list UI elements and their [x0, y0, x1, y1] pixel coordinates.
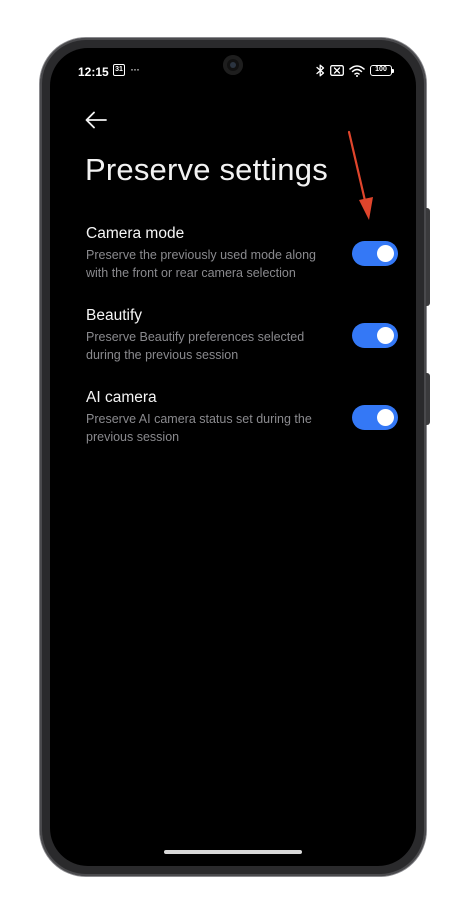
page-title: Preserve settings: [85, 152, 328, 187]
calendar-icon: 31: [113, 64, 125, 76]
setting-title: AI camera: [86, 389, 157, 406]
volume-button: [426, 208, 430, 306]
beautify-toggle[interactable]: [352, 323, 398, 348]
power-button: [426, 373, 430, 425]
annotation-arrow-icon: [347, 130, 373, 220]
phone-frame: 12:15 31 ··· 100 Preserve settings Camer…: [40, 38, 430, 876]
toggle-knob: [377, 409, 394, 426]
toggle-knob: [377, 245, 394, 262]
battery-icon: 100: [370, 65, 394, 76]
back-button[interactable]: [84, 110, 108, 130]
more-notifications-icon: ···: [130, 62, 140, 76]
setting-ai-camera: AI camera Preserve AI camera status set …: [50, 389, 416, 453]
wifi-icon: [349, 64, 365, 77]
screen: 12:15 31 ··· 100 Preserve settings Camer…: [50, 48, 416, 866]
setting-title: Camera mode: [86, 225, 185, 242]
setting-description: Preserve the previously used mode along …: [86, 248, 316, 280]
toggle-knob: [377, 327, 394, 344]
back-arrow-icon: [85, 111, 107, 129]
setting-camera-mode: Camera mode Preserve the previously used…: [50, 225, 416, 289]
bluetooth-icon: [316, 64, 325, 77]
setting-description: Preserve Beautify preferences selected d…: [86, 330, 305, 362]
home-indicator[interactable]: [164, 850, 302, 854]
status-bar: 12:15 31 ··· 100: [50, 48, 416, 82]
setting-title: Beautify: [86, 307, 143, 324]
status-icons: 100: [316, 64, 394, 77]
camera-mode-toggle[interactable]: [352, 241, 398, 266]
no-sim-icon: [330, 65, 344, 76]
setting-description: Preserve AI camera status set during the…: [86, 412, 312, 444]
ai-camera-toggle[interactable]: [352, 405, 398, 430]
setting-beautify: Beautify Preserve Beautify preferences s…: [50, 307, 416, 371]
status-time: 12:15: [78, 65, 109, 79]
